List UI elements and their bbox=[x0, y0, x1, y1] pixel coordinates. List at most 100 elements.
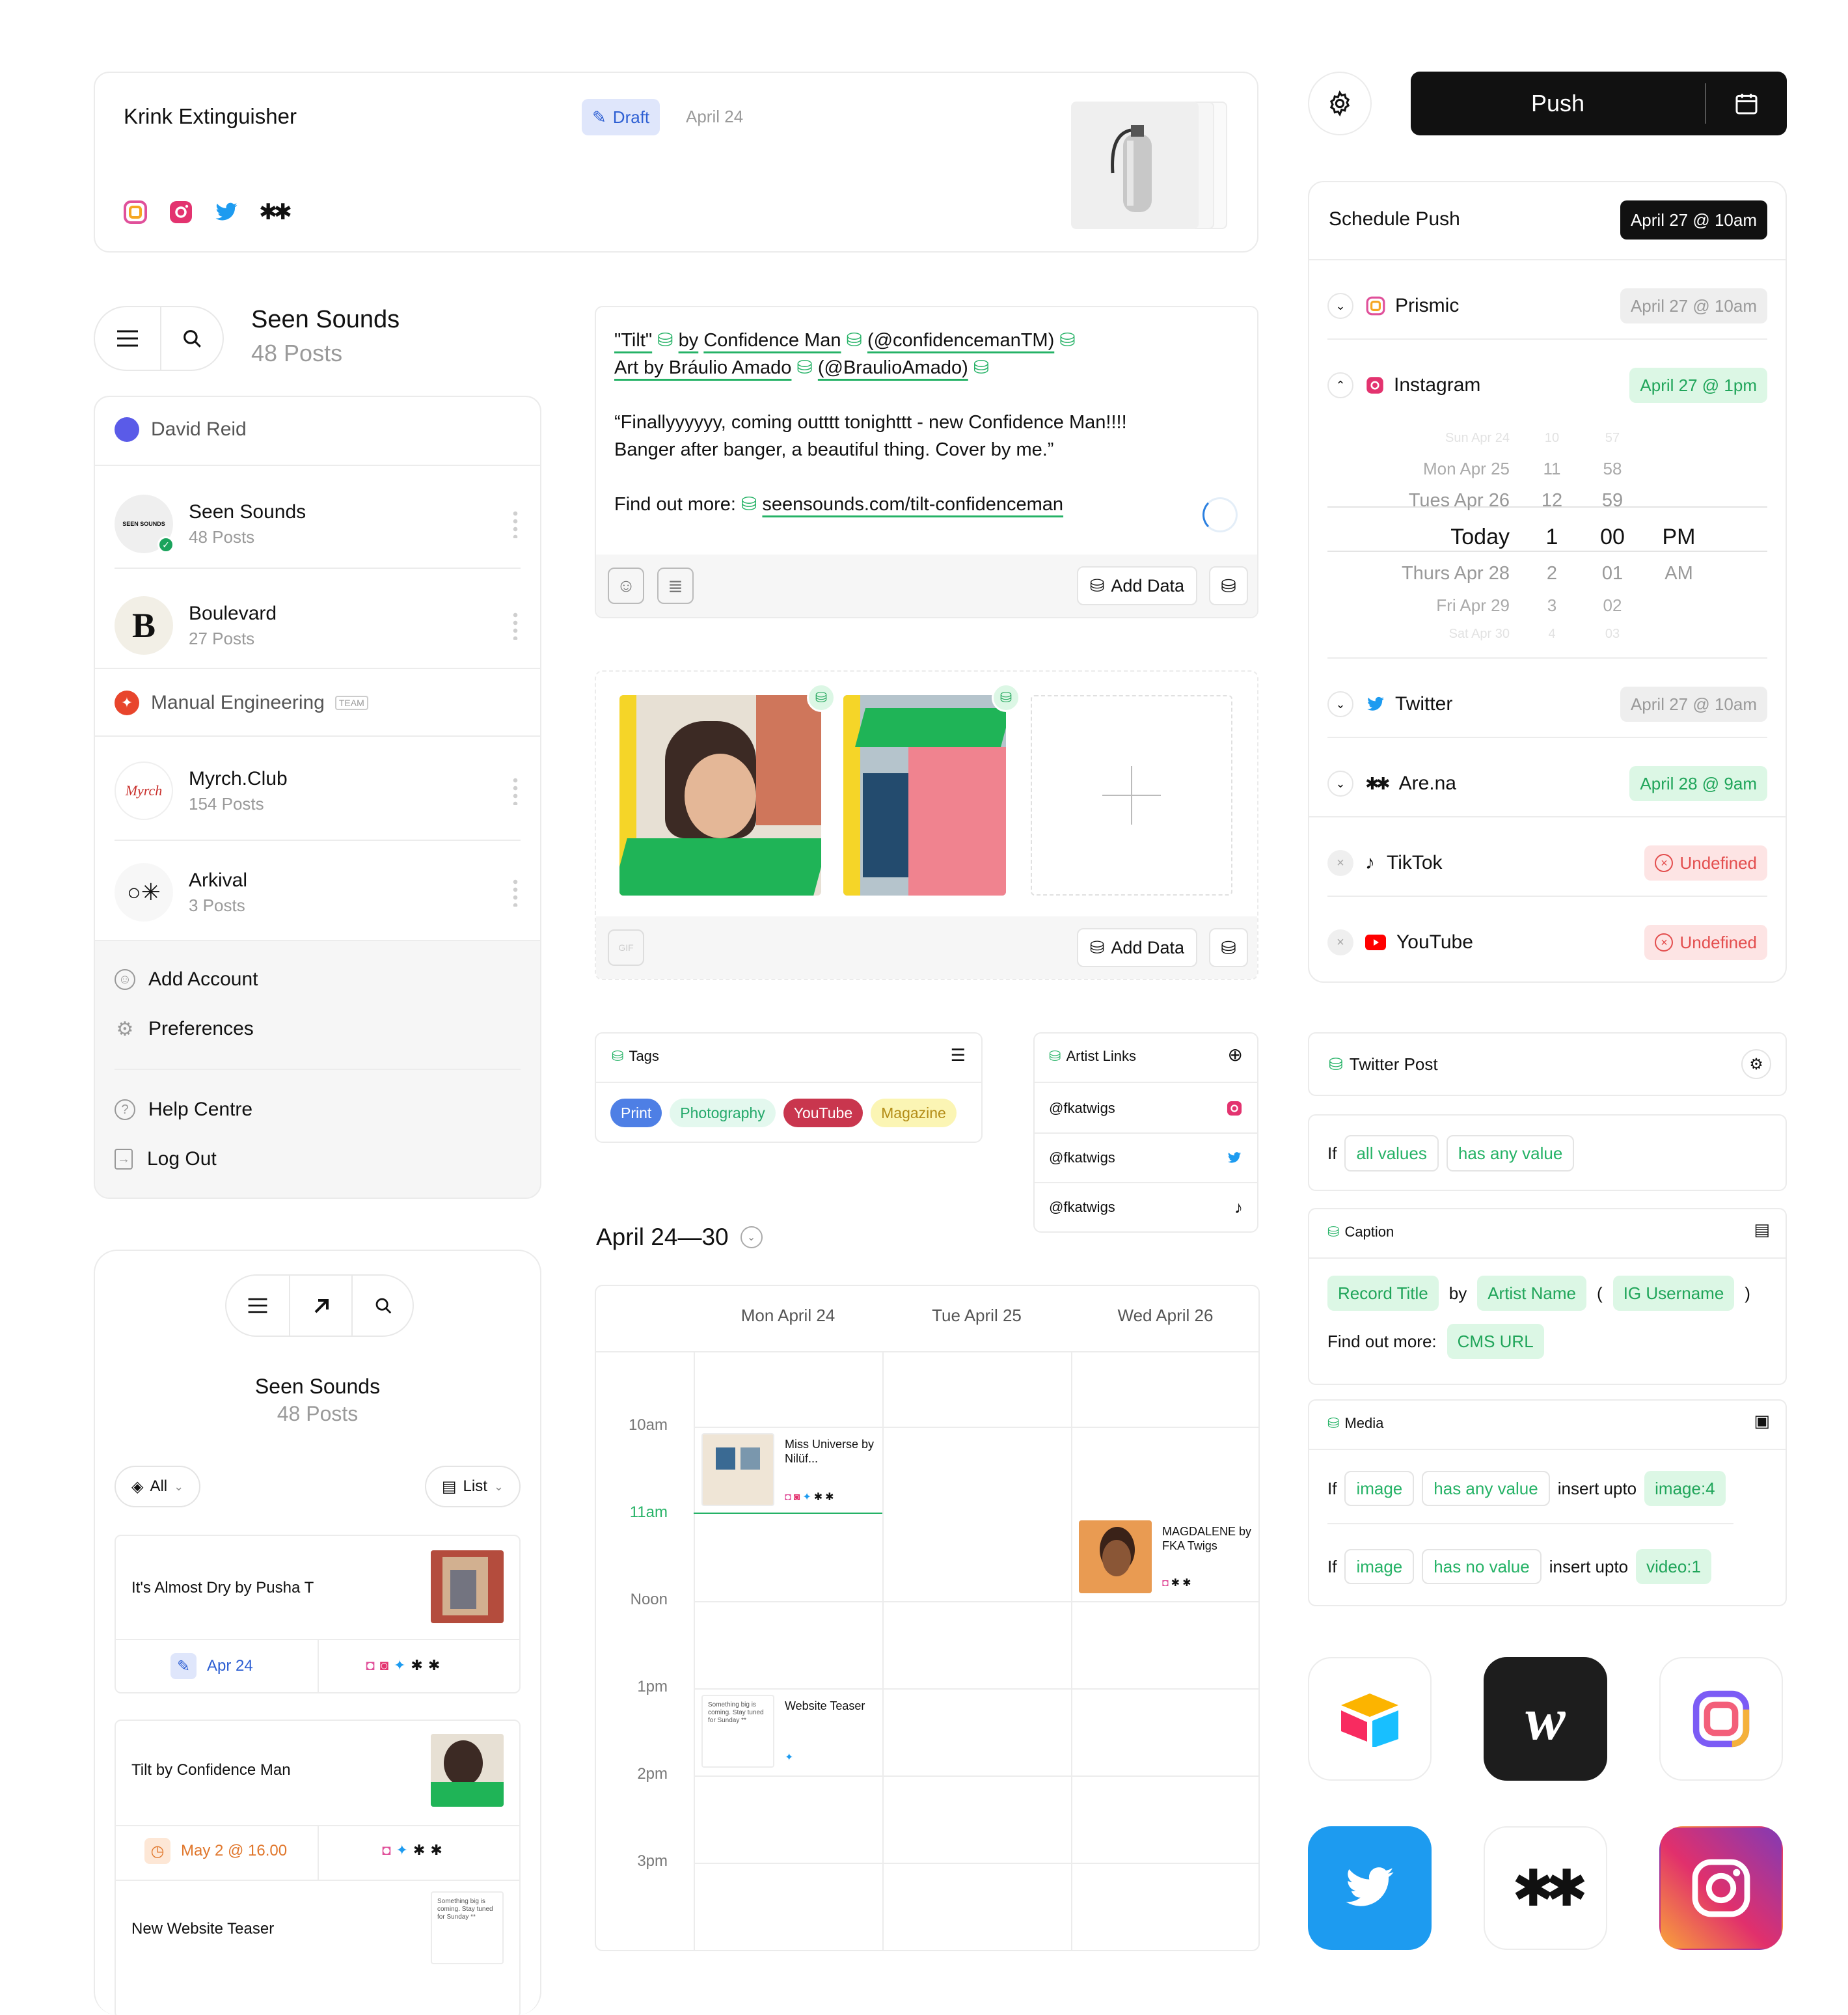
gif-button[interactable]: GIF bbox=[608, 929, 644, 966]
airtable-logo-tile[interactable] bbox=[1308, 1657, 1432, 1781]
prismic-logo-tile[interactable] bbox=[1659, 1657, 1783, 1781]
settings-button[interactable] bbox=[1308, 72, 1372, 135]
tag-item[interactable]: YouTube bbox=[783, 1099, 863, 1127]
channel-row-instagram[interactable]: ⌃ Instagram April 27 @ 1pm bbox=[1309, 353, 1786, 418]
media-editor[interactable]: ⛁ ⛁ GIF ⛁ Add Data ⛁ bbox=[595, 670, 1258, 980]
artist-link-row[interactable]: @fkatwigs bbox=[1035, 1084, 1257, 1132]
account-item[interactable]: SEEN SOUNDS ✓ Seen Sounds 48 Posts bbox=[95, 475, 540, 573]
post-card[interactable]: Krink Extinguisher ✎ Draft April 24 ✱✱ bbox=[94, 72, 1258, 253]
menu-button[interactable] bbox=[226, 1276, 289, 1336]
drag-handle[interactable] bbox=[511, 776, 521, 805]
chevron-up-icon[interactable]: ⌃ bbox=[1327, 372, 1353, 398]
feed-post[interactable]: Tilt by Confidence Man ◷ May 2 @ 16.00 ◘… bbox=[115, 1720, 521, 2015]
channel-row-prismic[interactable]: ⌄ Prismic April 27 @ 10am bbox=[1309, 273, 1786, 338]
tag-item[interactable]: Magazine bbox=[871, 1099, 957, 1127]
calendar-range[interactable]: April 24—30 ⌄ bbox=[596, 1224, 763, 1251]
filter-dropdown[interactable]: ◈ All ⌄ bbox=[115, 1466, 201, 1507]
image-icon[interactable]: ▣ bbox=[1754, 1411, 1770, 1431]
calendar-event[interactable]: Miss Universe by Nilüf... ◘◙✦✱✱ bbox=[701, 1433, 877, 1507]
add-data-button[interactable]: ⛁ Add Data bbox=[1076, 566, 1197, 605]
twitter-logo-tile[interactable] bbox=[1308, 1826, 1432, 1950]
condition-token[interactable]: image bbox=[1344, 1549, 1415, 1584]
channel-date[interactable]: × Undefined bbox=[1644, 925, 1767, 960]
document-icon[interactable]: ▤ bbox=[1754, 1220, 1770, 1240]
push-button[interactable]: Push bbox=[1411, 72, 1705, 135]
channel-date[interactable]: April 28 @ 9am bbox=[1629, 766, 1767, 801]
list-icon[interactable]: ☰ bbox=[951, 1045, 966, 1065]
field-token[interactable]: Record Title bbox=[1327, 1276, 1439, 1311]
close-icon[interactable]: × bbox=[1327, 850, 1353, 876]
tag-item[interactable]: Print bbox=[610, 1099, 662, 1127]
preferences-item[interactable]: ⚙ Preferences bbox=[95, 1006, 540, 1052]
chevron-down-icon[interactable]: ⌄ bbox=[1327, 771, 1353, 797]
menu-button[interactable] bbox=[95, 307, 160, 370]
calendar-event[interactable]: MAGDALENE by FKA Twigs ◘✱✱ bbox=[1079, 1520, 1255, 1595]
caption-link[interactable]: seensounds.com/tilt-confidenceman bbox=[762, 494, 1063, 515]
picker-hours[interactable]: 10 11 12 1 2 3 4 bbox=[1529, 423, 1575, 647]
database-settings-button[interactable]: ⛁ bbox=[1209, 928, 1248, 967]
draft-badge[interactable]: ✎ Draft bbox=[582, 99, 660, 135]
picker-minutes[interactable]: 57 58 59 00 01 02 03 bbox=[1586, 423, 1638, 647]
artist-link-row[interactable]: @fkatwigs bbox=[1035, 1134, 1257, 1182]
media-item[interactable] bbox=[843, 695, 1006, 896]
drag-handle[interactable] bbox=[511, 510, 521, 538]
add-media-button[interactable] bbox=[1031, 695, 1232, 896]
picker-days[interactable]: Sun Apr 24 Mon Apr 25 Tues Apr 26 Today … bbox=[1327, 423, 1510, 647]
gear-icon[interactable]: ⚙ bbox=[1741, 1049, 1771, 1079]
channel-row-tiktok[interactable]: × ♪ TikTok × Undefined bbox=[1309, 830, 1786, 896]
chevron-down-icon[interactable]: ⌄ bbox=[740, 1226, 763, 1248]
feed-post-date[interactable]: ◷ May 2 @ 16.00 bbox=[144, 1838, 287, 1864]
drag-handle[interactable] bbox=[511, 878, 521, 907]
log-out-item[interactable]: → Log Out bbox=[95, 1136, 540, 1182]
emoji-button[interactable]: ☺ bbox=[608, 568, 644, 604]
chevron-down-icon[interactable]: ⌄ bbox=[1327, 293, 1353, 319]
calendar-event[interactable]: Something big is coming. Stay tuned for … bbox=[701, 1695, 877, 1769]
view-dropdown[interactable]: ▤ List ⌄ bbox=[424, 1466, 521, 1507]
channel-row-arena[interactable]: ⌄ ✱✱ Are.na April 28 @ 9am bbox=[1309, 751, 1786, 816]
field-token[interactable]: IG Username bbox=[1612, 1276, 1735, 1311]
database-settings-button[interactable]: ⛁ bbox=[1209, 566, 1248, 605]
channel-date[interactable]: April 27 @ 10am bbox=[1620, 288, 1767, 323]
schedule-date[interactable]: April 27 @ 10am bbox=[1620, 200, 1767, 240]
account-item[interactable]: B Boulevard 27 Posts bbox=[95, 577, 540, 674]
globe-icon[interactable]: ⊕ bbox=[1228, 1044, 1243, 1065]
field-token[interactable]: video:1 bbox=[1636, 1549, 1711, 1584]
caption-text[interactable]: "Tilt" ⛁ by Confidence Man ⛁ (@confidenc… bbox=[614, 327, 1231, 518]
webflow-logo-tile[interactable]: w bbox=[1484, 1657, 1607, 1781]
account-item[interactable]: Myrch Myrch.Club 154 Posts bbox=[95, 742, 540, 840]
account-item[interactable]: ○✳ Arkival 3 Posts bbox=[95, 843, 540, 941]
artist-link-row[interactable]: @fkatwigs ♪ bbox=[1035, 1183, 1257, 1231]
condition-token[interactable]: has no value bbox=[1422, 1549, 1542, 1584]
picker-ampm[interactable]: PM AM bbox=[1653, 517, 1705, 590]
format-button[interactable]: ≣ bbox=[657, 568, 694, 604]
channel-date[interactable]: × Undefined bbox=[1644, 845, 1767, 881]
channel-row-youtube[interactable]: × YouTube × Undefined bbox=[1309, 910, 1786, 975]
arena-logo-tile[interactable]: ✱✱ bbox=[1484, 1826, 1607, 1950]
search-button[interactable] bbox=[353, 1276, 414, 1336]
channel-row-twitter[interactable]: ⌄ Twitter April 27 @ 10am bbox=[1309, 672, 1786, 737]
feed-post-date[interactable]: ✎ Apr 24 bbox=[170, 1653, 253, 1679]
close-icon[interactable]: × bbox=[1327, 929, 1353, 955]
feed-post[interactable]: It's Almost Dry by Pusha T ✎ Apr 24 ◘◙✦✱… bbox=[115, 1535, 521, 1693]
add-account-item[interactable]: ☺ Add Account bbox=[95, 957, 540, 1002]
chevron-down-icon[interactable]: ⌄ bbox=[1327, 691, 1353, 717]
help-centre-item[interactable]: ? Help Centre bbox=[95, 1087, 540, 1132]
media-item[interactable] bbox=[619, 695, 821, 896]
condition-token[interactable]: image bbox=[1344, 1471, 1415, 1506]
condition-token[interactable]: all values bbox=[1344, 1135, 1439, 1172]
search-button[interactable] bbox=[160, 307, 224, 370]
caption-editor[interactable]: "Tilt" ⛁ by Confidence Man ⛁ (@confidenc… bbox=[595, 306, 1258, 618]
condition-token[interactable]: has any value bbox=[1446, 1135, 1575, 1172]
drag-handle[interactable] bbox=[511, 611, 521, 640]
calendar-button[interactable] bbox=[1706, 72, 1787, 135]
date-time-picker[interactable]: Sun Apr 24 Mon Apr 25 Tues Apr 26 Today … bbox=[1327, 423, 1767, 641]
field-token[interactable]: CMS URL bbox=[1447, 1324, 1544, 1359]
field-token[interactable]: Artist Name bbox=[1477, 1276, 1587, 1311]
channel-date[interactable]: April 27 @ 10am bbox=[1620, 687, 1767, 722]
condition-token[interactable]: has any value bbox=[1422, 1471, 1550, 1506]
instagram-logo-tile[interactable] bbox=[1659, 1826, 1783, 1950]
tag-item[interactable]: Photography bbox=[670, 1099, 776, 1127]
push-arrow-button[interactable] bbox=[290, 1276, 351, 1336]
field-token[interactable]: image:4 bbox=[1644, 1471, 1726, 1506]
channel-date[interactable]: April 27 @ 1pm bbox=[1629, 368, 1767, 403]
